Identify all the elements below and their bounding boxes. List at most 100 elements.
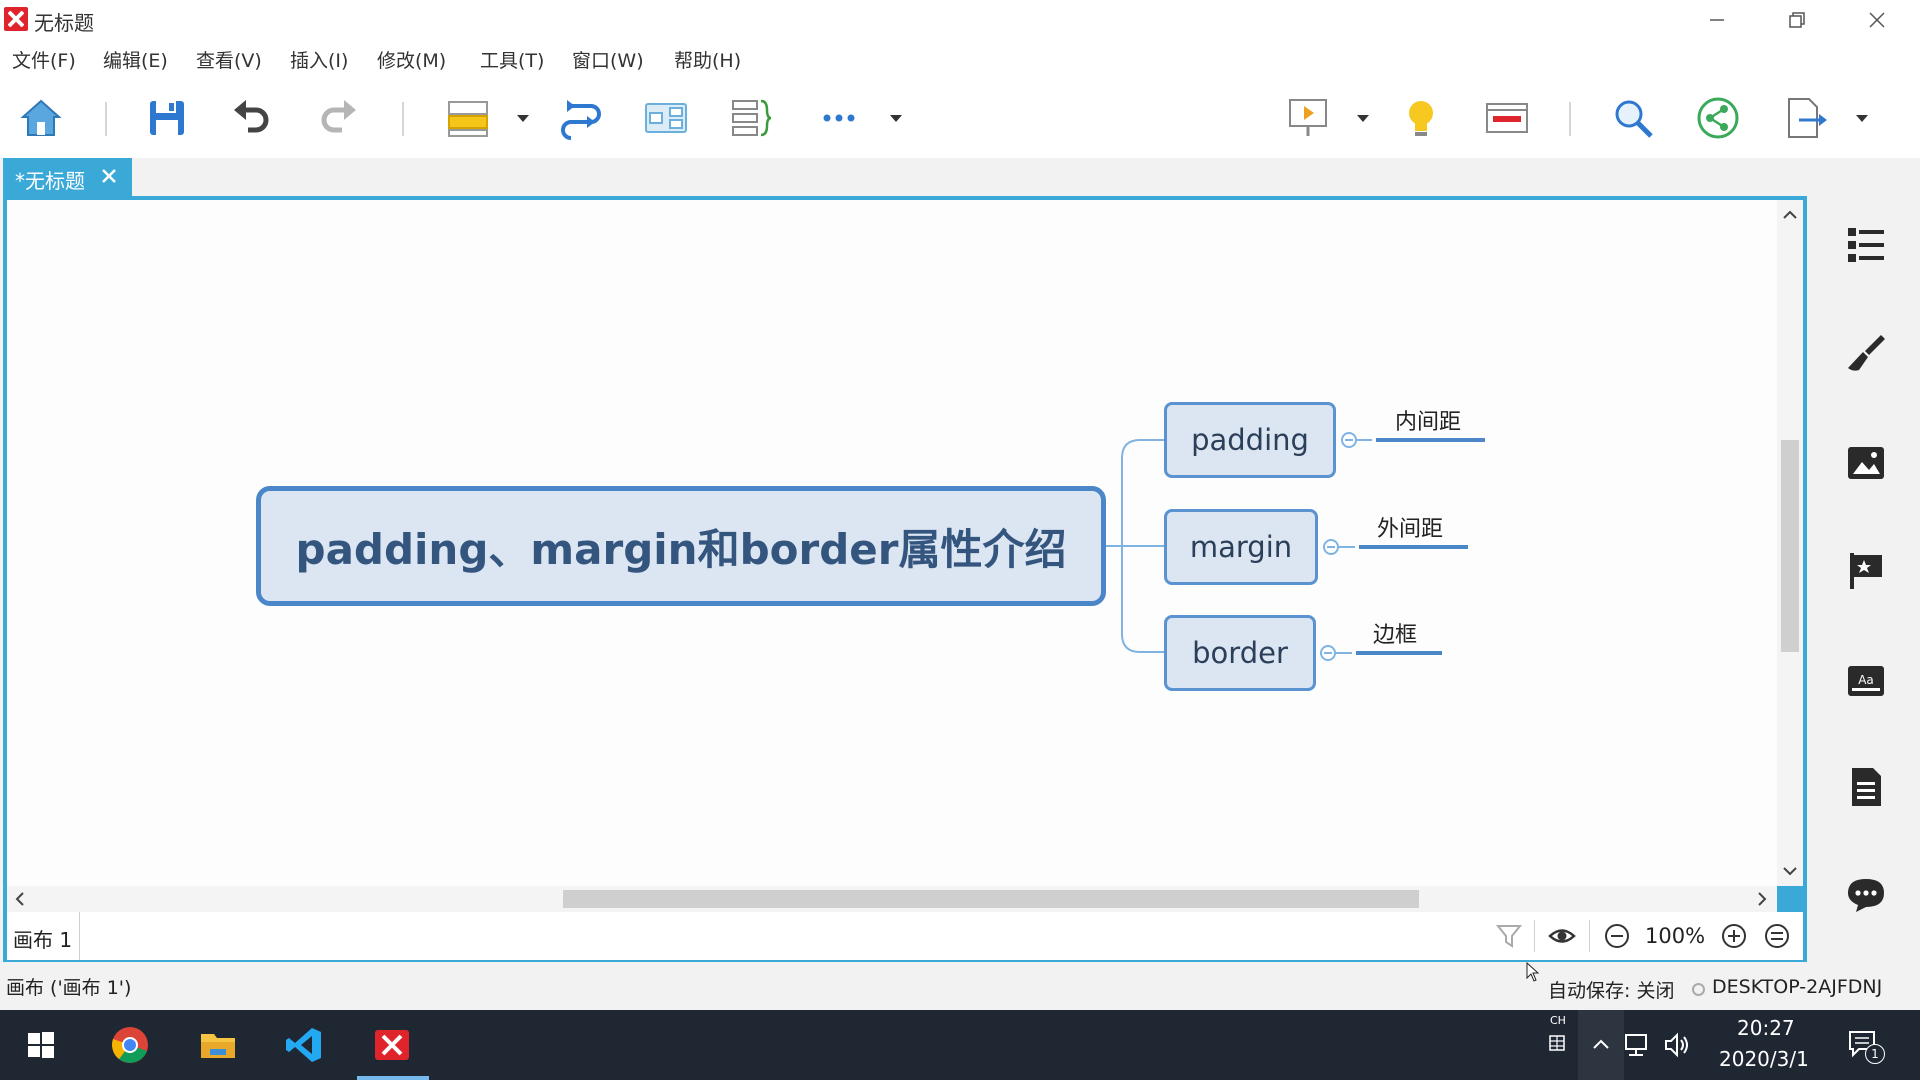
search-button[interactable]: [1609, 94, 1657, 142]
gantt-button[interactable]: [1483, 94, 1531, 142]
topic-border[interactable]: border: [1164, 615, 1316, 691]
undo-button[interactable]: [228, 94, 276, 142]
keyboard-layout-icon[interactable]: [1548, 1034, 1566, 1052]
tab-untitled[interactable]: *无标题: [3, 158, 132, 196]
restore-button[interactable]: [1762, 0, 1832, 40]
vscode-taskbar-button[interactable]: [281, 1022, 327, 1068]
scroll-up-icon[interactable]: [1781, 206, 1799, 224]
subtopic-border[interactable]: 边框: [1373, 617, 1417, 649]
toolbar-divider: [105, 102, 107, 136]
zoom-out-icon[interactable]: [1603, 922, 1631, 950]
zoom-in-icon[interactable]: [1720, 922, 1748, 950]
central-topic[interactable]: padding、margin和border属性介绍: [256, 486, 1106, 606]
boundary-button[interactable]: [642, 94, 690, 142]
title-bar: 无标题: [0, 0, 1920, 40]
topic-label: border: [1192, 636, 1288, 670]
filter-icon[interactable]: [1495, 922, 1523, 950]
insert-topic-icon: [448, 101, 488, 137]
image-icon[interactable]: [1845, 442, 1887, 484]
volume-icon[interactable]: [1662, 1030, 1692, 1060]
export-button[interactable]: [1781, 94, 1829, 142]
clock-date[interactable]: 2020/3/1: [1719, 1047, 1809, 1071]
menu-file[interactable]: 文件(F): [12, 46, 76, 73]
scroll-left-icon[interactable]: [11, 890, 29, 908]
menu-insert[interactable]: 插入(I): [290, 46, 348, 73]
topic-margin[interactable]: margin: [1164, 509, 1318, 585]
menu-modify[interactable]: 修改(M): [377, 46, 446, 73]
xmind-logo-icon: [4, 7, 28, 31]
more-dropdown-icon[interactable]: [886, 108, 906, 128]
autosave-status[interactable]: 自动保存: 关闭: [1548, 976, 1674, 1003]
marker-flag-icon[interactable]: [1845, 550, 1887, 592]
tray-overflow-button[interactable]: [1578, 1010, 1624, 1080]
sheetbar-divider: [1589, 920, 1590, 952]
share-button[interactable]: [1694, 94, 1742, 142]
connection-status-icon: [1692, 983, 1705, 996]
presentation-dropdown-icon[interactable]: [1353, 108, 1373, 128]
subtopic-padding[interactable]: 内间距: [1395, 404, 1461, 436]
sheet-tab[interactable]: 画布 1: [7, 912, 80, 960]
more-button[interactable]: [815, 94, 863, 142]
central-topic-label: padding、margin和border属性介绍: [295, 524, 1067, 574]
home-icon: [20, 99, 62, 136]
eye-icon[interactable]: [1548, 922, 1576, 950]
insert-topic-dropdown-icon[interactable]: [513, 108, 533, 128]
vertical-scrollbar[interactable]: [1777, 200, 1803, 886]
outline-icon[interactable]: [1845, 224, 1887, 266]
format-brush-icon[interactable]: [1845, 332, 1887, 374]
presentation-button[interactable]: [1284, 94, 1332, 142]
minimize-button[interactable]: [1682, 0, 1752, 40]
horizontal-scroll-thumb[interactable]: [563, 890, 1419, 908]
menu-view[interactable]: 查看(V): [196, 46, 262, 73]
summary-button[interactable]: [727, 94, 775, 142]
insert-topic-button[interactable]: [444, 94, 492, 142]
subtopic-margin[interactable]: 外间距: [1377, 511, 1443, 543]
home-button[interactable]: [17, 94, 65, 142]
relationship-button[interactable]: [557, 94, 605, 142]
relationship-icon: [561, 100, 601, 140]
file-explorer-icon: [201, 1034, 235, 1058]
horizontal-scrollbar[interactable]: [7, 886, 1777, 912]
search-icon: [1615, 100, 1653, 138]
file-explorer-taskbar-button[interactable]: [195, 1022, 241, 1068]
summary-icon: [732, 99, 772, 137]
notification-badge: 1: [1865, 1044, 1885, 1064]
save-button[interactable]: [143, 94, 191, 142]
vertical-scroll-thumb[interactable]: [1781, 440, 1799, 652]
notes-icon[interactable]: [1845, 766, 1887, 808]
export-dropdown-icon[interactable]: [1852, 108, 1872, 128]
scroll-down-icon[interactable]: [1781, 862, 1799, 880]
menu-help[interactable]: 帮助(H): [674, 46, 741, 73]
topic-padding[interactable]: padding: [1164, 402, 1336, 478]
close-button[interactable]: [1842, 0, 1912, 40]
fit-map-icon[interactable]: [1763, 922, 1791, 950]
chrome-taskbar-button[interactable]: [107, 1022, 153, 1068]
menu-edit[interactable]: 编辑(E): [103, 46, 168, 73]
xmind-taskbar-button[interactable]: [369, 1022, 415, 1068]
network-icon[interactable]: [1623, 1030, 1653, 1060]
export-icon: [1788, 98, 1827, 138]
close-icon: [1869, 12, 1885, 28]
boundary-icon: [645, 103, 687, 133]
share-icon: [1697, 97, 1739, 139]
vscode-icon: [286, 1028, 321, 1062]
brainstorm-button[interactable]: [1397, 94, 1445, 142]
sheet-bar: 画布 1 100%: [7, 912, 1803, 960]
menu-tools[interactable]: 工具(T): [480, 46, 544, 73]
windows-start-icon: [28, 1032, 54, 1058]
brainstorm-icon: [1409, 101, 1433, 136]
comment-icon[interactable]: [1845, 874, 1887, 916]
toolbar: [0, 76, 1920, 158]
toolbar-divider: [1569, 102, 1571, 136]
redo-button[interactable]: [314, 94, 362, 142]
action-center-button[interactable]: 1: [1845, 1024, 1885, 1066]
tab-close-icon[interactable]: [99, 166, 119, 186]
style-icon[interactable]: Aa: [1845, 660, 1887, 702]
scroll-right-icon[interactable]: [1753, 890, 1771, 908]
taskbar: CH 20:27 2020/3/1 1: [0, 1010, 1920, 1080]
more-icon: [823, 114, 855, 122]
windows-start-button[interactable]: [18, 1022, 64, 1068]
clock-time[interactable]: 20:27: [1737, 1016, 1795, 1040]
ime-indicator[interactable]: CH: [1550, 1014, 1566, 1027]
menu-window[interactable]: 窗口(W): [572, 46, 644, 73]
